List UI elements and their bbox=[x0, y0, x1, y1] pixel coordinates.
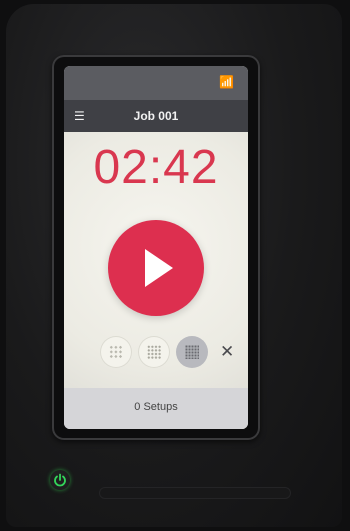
play-button[interactable] bbox=[108, 220, 204, 316]
mode-medium-button[interactable] bbox=[138, 336, 170, 368]
status-icons: 📶 bbox=[219, 75, 238, 89]
status-bar: 📶 bbox=[64, 66, 248, 100]
timer-display: 02:42 bbox=[93, 141, 219, 194]
title-bar: ☰ Job 001 bbox=[64, 100, 248, 132]
close-icon[interactable]: ✕ bbox=[220, 342, 234, 362]
mode-selector: ✕ bbox=[64, 334, 248, 374]
power-button[interactable] bbox=[50, 470, 70, 490]
touchscreen: 📶 ☰ Job 001 02:42 ✕ 0 Setups bbox=[64, 66, 248, 429]
dots-coarse-icon bbox=[109, 345, 123, 359]
dots-fine-icon bbox=[185, 345, 199, 359]
mode-coarse-button[interactable] bbox=[100, 336, 132, 368]
page-title: Job 001 bbox=[133, 109, 179, 123]
setups-bar[interactable]: 0 Setups bbox=[64, 388, 248, 429]
power-icon bbox=[54, 473, 66, 487]
dots-medium-icon bbox=[147, 345, 161, 359]
mode-fine-button[interactable] bbox=[176, 336, 208, 368]
timer-panel: 02:42 ✕ bbox=[64, 132, 248, 388]
speaker-grille bbox=[100, 488, 290, 498]
setups-label: 0 Setups bbox=[134, 401, 178, 413]
wifi-icon: 📶 bbox=[219, 75, 238, 89]
play-icon bbox=[145, 249, 173, 287]
